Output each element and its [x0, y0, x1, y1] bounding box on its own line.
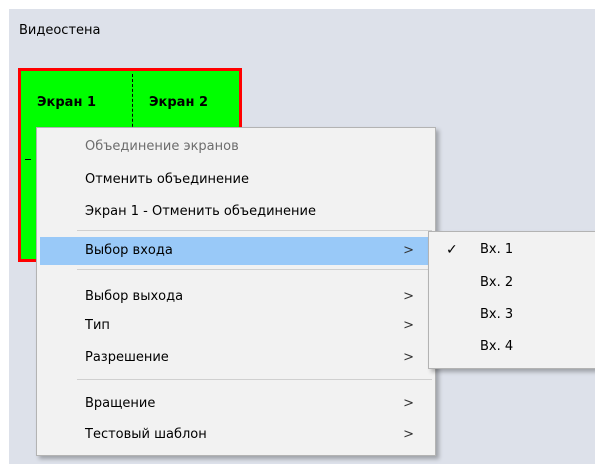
input-submenu: ✓ Вх. 1 Вх. 2 Вх. 3 Вх. 4 — [428, 231, 595, 369]
menu-item-type[interactable]: Тип > — [40, 312, 432, 340]
screen-1-label[interactable]: Экран 1 — [37, 95, 96, 110]
menu-item-rotation[interactable]: Вращение > — [40, 390, 432, 418]
chevron-right-icon: > — [403, 427, 414, 442]
edge-tick — [25, 159, 31, 160]
menu-item-resolution[interactable]: Разрешение > — [40, 344, 432, 372]
screen-2-label[interactable]: Экран 2 — [149, 95, 208, 110]
submenu-item-input-3[interactable]: Вх. 3 — [432, 300, 592, 330]
submenu-item-input-1[interactable]: ✓ Вх. 1 — [432, 235, 592, 265]
window-canvas: Видеостена Экран 1 Экран 2 Объединение э… — [0, 0, 595, 464]
checkmark-icon: ✓ — [446, 242, 458, 258]
chevron-right-icon: > — [403, 243, 414, 258]
context-menu: Объединение экранов Отменить объединение… — [36, 127, 436, 456]
chevron-right-icon: > — [403, 396, 414, 411]
menu-item-test-pattern[interactable]: Тестовый шаблон > — [40, 421, 432, 449]
panel-title: Видеостена — [19, 23, 101, 38]
menu-item-input-select[interactable]: Выбор входа > — [40, 237, 432, 265]
submenu-item-input-4[interactable]: Вх. 4 — [432, 332, 592, 362]
menu-item-screen1-cancel-merge[interactable]: Экран 1 - Отменить объединение — [40, 198, 432, 226]
menu-item-output-select[interactable]: Выбор выхода > — [40, 283, 432, 311]
chevron-right-icon: > — [403, 318, 414, 333]
menu-item-merge-screens: Объединение экранов — [85, 139, 239, 154]
menu-item-cancel-merge[interactable]: Отменить объединение — [40, 166, 432, 194]
menu-separator — [77, 230, 432, 231]
chevron-right-icon: > — [403, 289, 414, 304]
chevron-right-icon: > — [403, 350, 414, 365]
menu-separator — [77, 379, 432, 380]
menu-separator — [77, 269, 432, 270]
submenu-item-input-2[interactable]: Вх. 2 — [432, 268, 592, 298]
